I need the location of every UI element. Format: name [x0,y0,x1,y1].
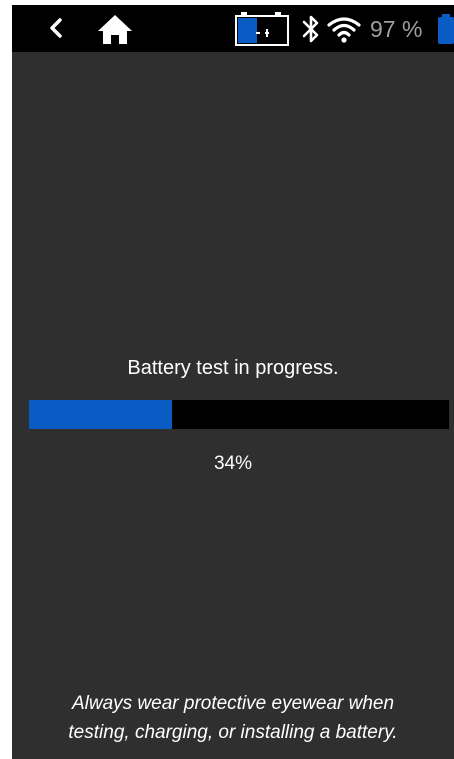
progress-percentage: 34% [213,453,253,474]
status-bar: 97 % [12,5,454,52]
progress-bar-fill [29,400,172,429]
back-button[interactable] [42,12,72,44]
app-screen: 97 % Battery test in progress. 34% Alway… [12,5,454,759]
safety-warning: Always wear protective eyewear when test… [12,689,454,747]
battery-percentage: 97 % [370,16,423,42]
battery-test-icon[interactable] [234,11,290,47]
chevron-left-icon [50,18,62,38]
bluetooth-icon [300,13,322,45]
progress-bar [29,400,449,429]
home-icon [98,15,132,44]
safety-warning-line: testing, charging, or installing a batte… [68,722,398,743]
safety-warning-line: Always wear protective eyewear when [71,693,395,714]
wifi-icon [326,14,362,44]
home-button[interactable] [96,12,134,46]
progress-title: Battery test in progress. [127,357,339,379]
battery-icon [438,14,454,44]
